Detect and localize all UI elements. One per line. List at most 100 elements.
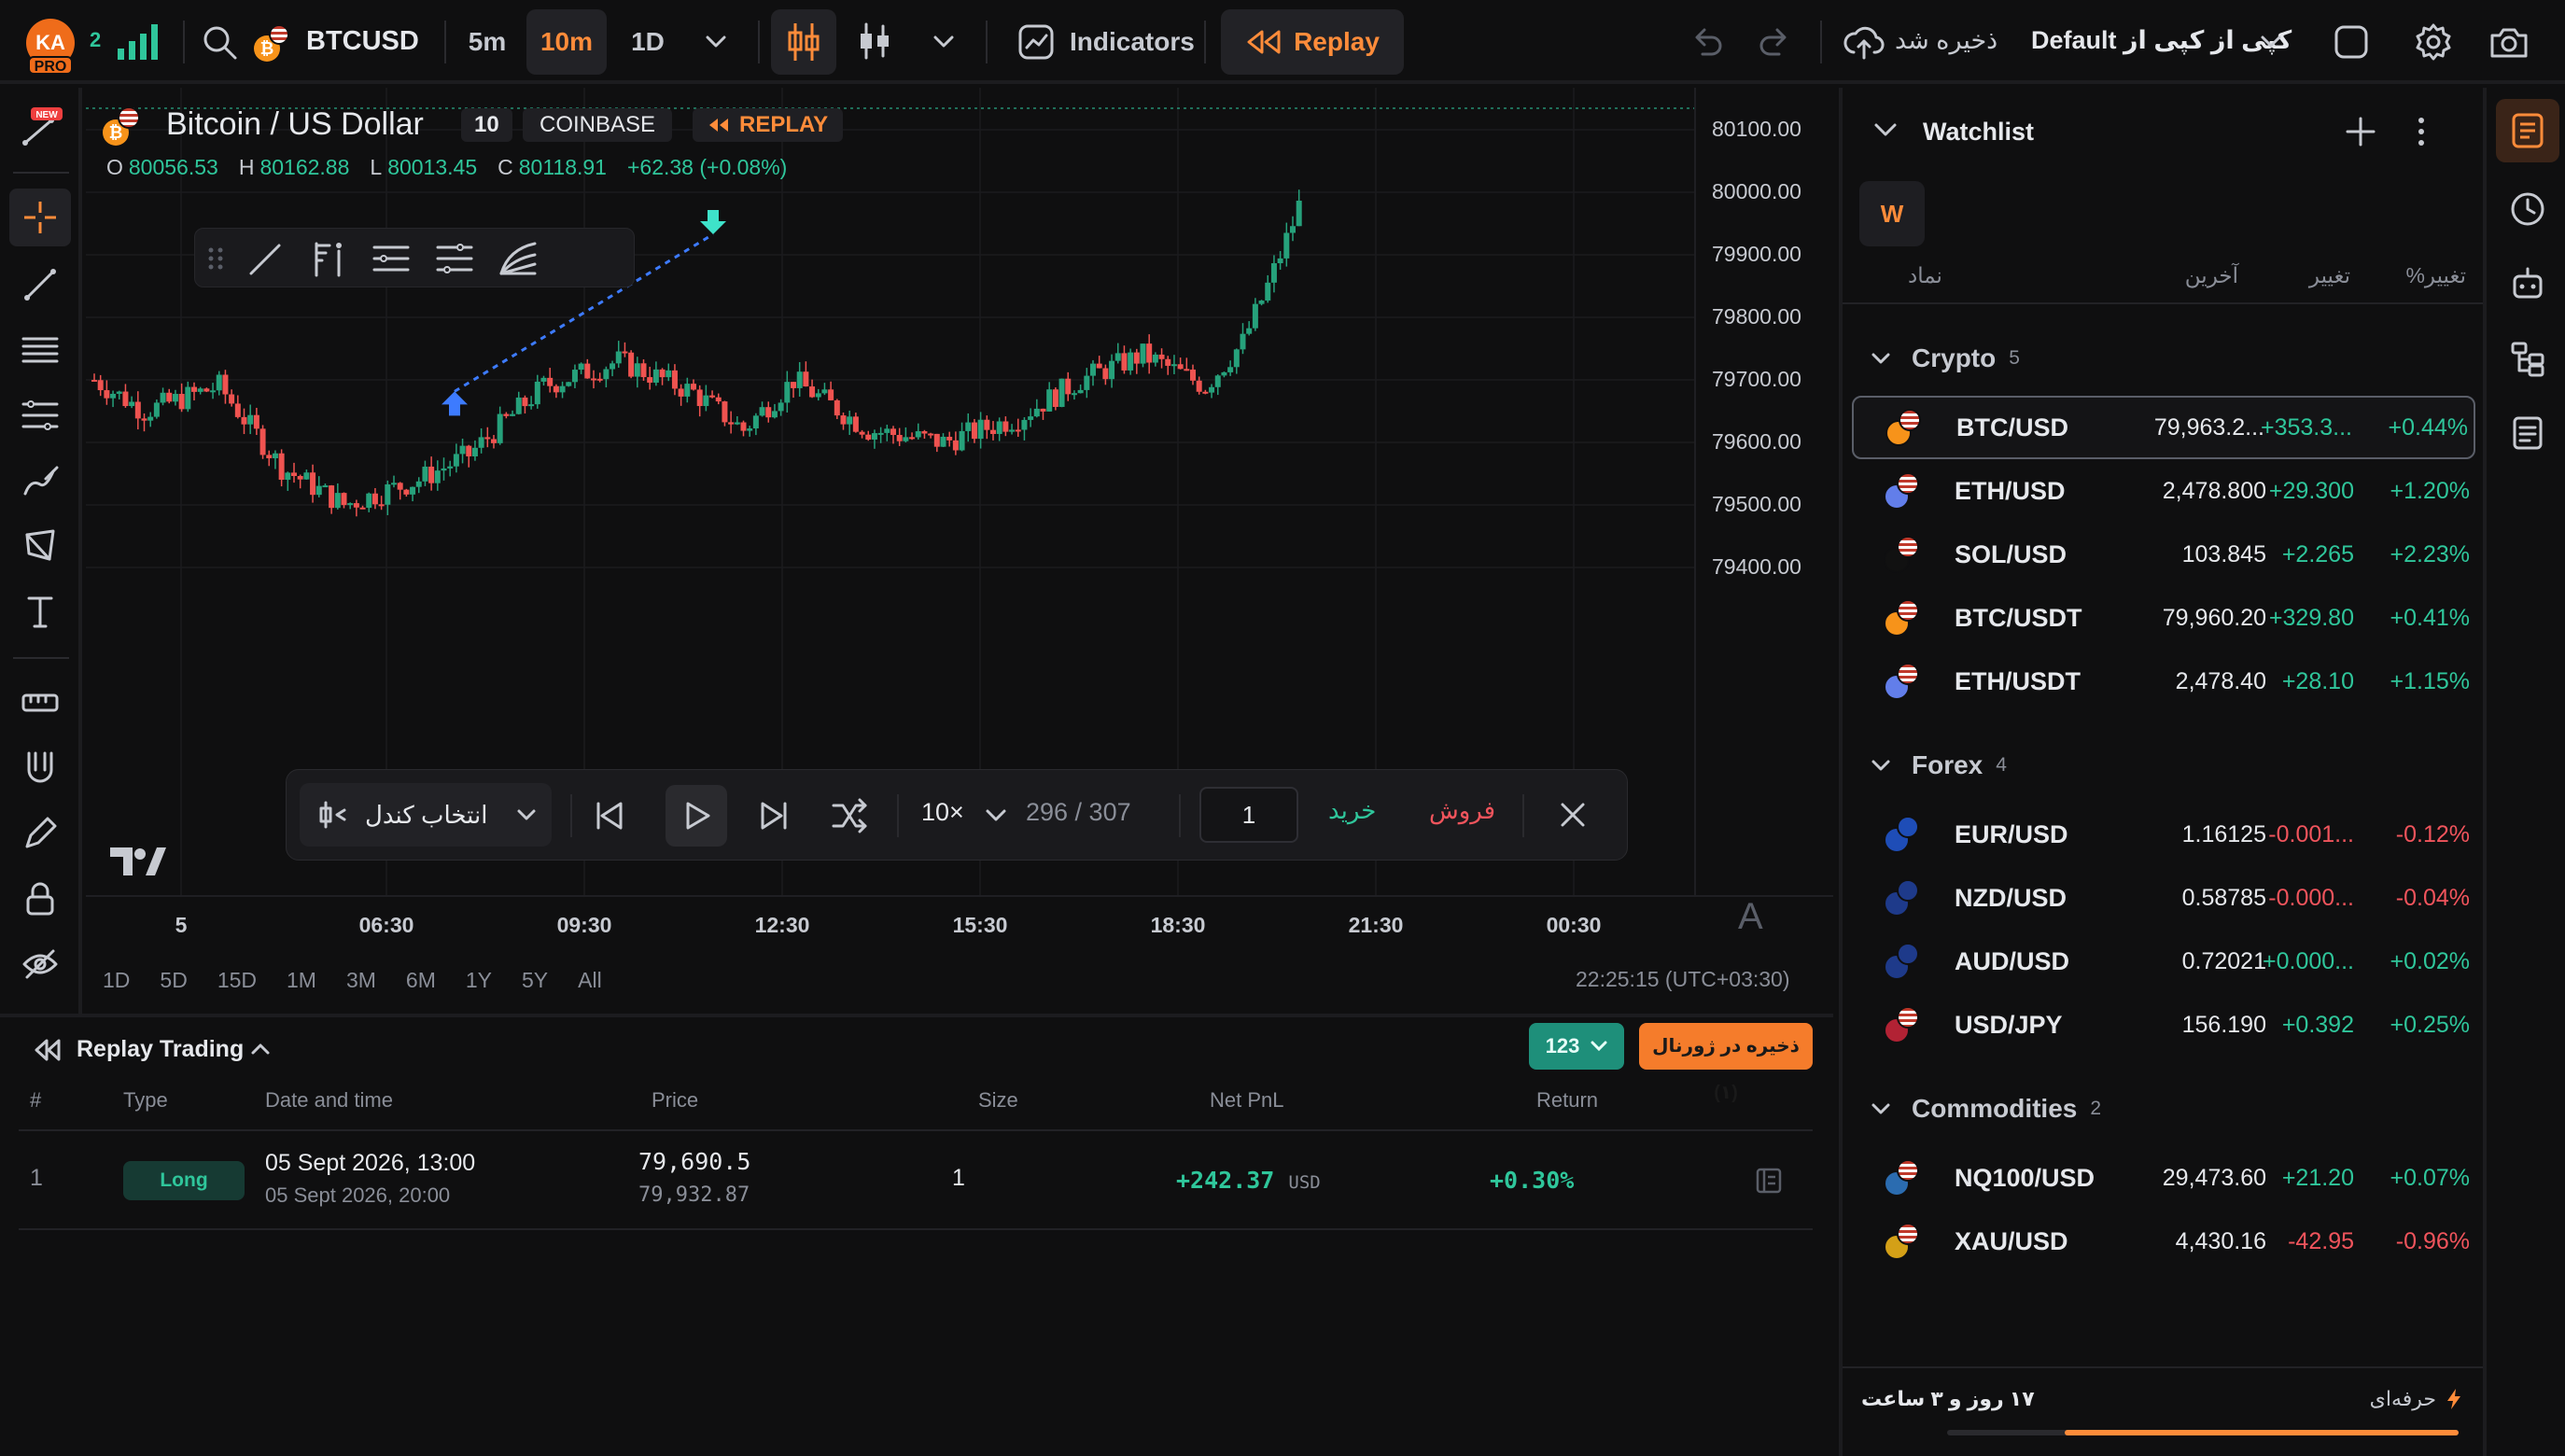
group-crypto[interactable]: Crypto 5 bbox=[1871, 343, 2020, 373]
pencil-tool[interactable] bbox=[9, 805, 71, 862]
auto-scale-button[interactable]: A bbox=[1738, 896, 1763, 938]
float-fib-channel-icon[interactable] bbox=[436, 240, 473, 277]
float-fib-icon[interactable] bbox=[372, 240, 410, 277]
undo-icon[interactable] bbox=[1689, 24, 1725, 60]
save-to-journal-button[interactable]: ذخیره در ژورنال (۱) bbox=[1639, 1023, 1813, 1103]
more-options-icon[interactable] bbox=[2414, 116, 2429, 147]
bot-icon[interactable] bbox=[2509, 265, 2546, 302]
watchlist-item[interactable]: SOL/USD 103.845 +2.265 +2.23% bbox=[1852, 523, 2475, 586]
chevron-down-icon[interactable] bbox=[704, 32, 728, 50]
hierarchy-icon[interactable] bbox=[2509, 340, 2546, 377]
range-1d[interactable]: 1D bbox=[103, 968, 130, 993]
watchlist-item[interactable]: AUD/USD 0.72021 +0.000... +0.02% bbox=[1852, 930, 2475, 993]
magnet-tool[interactable] bbox=[9, 739, 71, 797]
collapse-chevron-icon[interactable] bbox=[250, 1042, 271, 1057]
watchlist-rail-button[interactable] bbox=[2496, 99, 2559, 162]
step-forward-icon[interactable] bbox=[757, 798, 792, 833]
close-replay-icon[interactable] bbox=[1558, 800, 1588, 830]
interval-1d[interactable]: 1D bbox=[620, 9, 676, 75]
journal-note-icon[interactable] bbox=[1755, 1167, 1783, 1195]
play-button[interactable] bbox=[666, 785, 727, 847]
speed-chevron-icon[interactable] bbox=[985, 807, 1007, 824]
horizontal-lines-tool[interactable] bbox=[9, 321, 71, 379]
float-fib-fan-icon[interactable] bbox=[499, 240, 537, 277]
text-tool[interactable] bbox=[9, 582, 71, 640]
watchlist-item[interactable]: NZD/USD 0.58785 -0.000... -0.04% bbox=[1852, 866, 2475, 930]
count-dropdown[interactable]: 123 bbox=[1529, 1023, 1624, 1070]
bolt-icon bbox=[2447, 1389, 2460, 1409]
replay-rewind-icon bbox=[1247, 30, 1281, 54]
watchlist-w-button[interactable]: W bbox=[1859, 181, 1925, 246]
range-15d[interactable]: 15D bbox=[217, 968, 257, 993]
interval-5m[interactable]: 5m bbox=[459, 9, 515, 75]
chart-type-chevron-icon[interactable] bbox=[932, 32, 956, 50]
entry-arrow-icon[interactable] bbox=[442, 391, 468, 416]
watchlist-title[interactable]: Watchlist bbox=[1923, 118, 2034, 147]
group-forex[interactable]: Forex 4 bbox=[1871, 750, 2007, 780]
trend-line-tool[interactable] bbox=[9, 256, 71, 314]
watchlist-collapse-icon[interactable] bbox=[1872, 121, 1899, 140]
table-row[interactable]: 1 Long 05 Sept 2026, 13:00 05 Sept 2026,… bbox=[19, 1131, 1813, 1230]
ruler-tool[interactable] bbox=[9, 674, 71, 732]
layout-chevron-icon[interactable] bbox=[2259, 32, 2283, 50]
fib-tool[interactable] bbox=[9, 386, 71, 444]
layout-name[interactable]: کپی از کپی از Default bbox=[2031, 26, 2292, 55]
chart-area[interactable]: ₿ Bitcoin / US Dollar 10 COINBASE REPLAY… bbox=[86, 88, 1833, 1008]
watchlist-symbol: NQ100/USD bbox=[1955, 1163, 2095, 1192]
exit-arrow-icon[interactable] bbox=[700, 209, 726, 234]
range-3m[interactable]: 3M bbox=[346, 968, 376, 993]
crosshair-tool[interactable] bbox=[9, 189, 71, 246]
pattern-tool[interactable] bbox=[9, 517, 71, 575]
watchlist-item[interactable]: ETH/USD 2,478.800 +29.300 +1.20% bbox=[1852, 459, 2475, 523]
range-1y[interactable]: 1Y bbox=[466, 968, 492, 993]
buy-button[interactable]: خرید bbox=[1328, 796, 1376, 825]
camera-icon[interactable] bbox=[2488, 22, 2530, 62]
candle bbox=[415, 477, 422, 494]
watchlist-item[interactable]: XAU/USD 4,430.16 -42.95 -0.96% bbox=[1852, 1210, 2475, 1273]
notes-icon[interactable] bbox=[2509, 414, 2546, 452]
range-all[interactable]: All bbox=[578, 968, 602, 993]
watchlist-item[interactable]: USD/JPY 156.190 +0.392 +0.25% bbox=[1852, 993, 2475, 1057]
watchlist-item[interactable]: NQ100/USD 29,473.60 +21.20 +0.07% bbox=[1852, 1146, 2475, 1210]
watchlist-item[interactable]: BTC/USDT 79,960.20 +329.80 +0.41% bbox=[1852, 586, 2475, 650]
indicators-button[interactable]: Indicators bbox=[1017, 9, 1195, 75]
select-candle-button[interactable]: انتخاب کندل bbox=[300, 783, 552, 847]
price-chart[interactable] bbox=[86, 88, 1833, 1008]
range-1m[interactable]: 1M bbox=[287, 968, 316, 993]
symbol-name[interactable]: BTCUSD bbox=[306, 26, 419, 57]
float-trend-line-icon[interactable] bbox=[247, 242, 283, 277]
chart-clock[interactable]: 22:25:15 (UTC+03:30) bbox=[1576, 967, 1790, 992]
lock-tool[interactable] bbox=[9, 870, 71, 928]
range-5d[interactable]: 5D bbox=[160, 968, 187, 993]
plan-label[interactable]: حرفه‌ای bbox=[2370, 1387, 2462, 1411]
clock-alerts-icon[interactable] bbox=[2509, 190, 2546, 228]
quantity-input[interactable]: 1 bbox=[1199, 787, 1298, 843]
drag-handle-icon[interactable] bbox=[206, 245, 225, 272]
add-symbol-icon[interactable] bbox=[2345, 116, 2376, 147]
redo-icon[interactable] bbox=[1757, 24, 1792, 60]
replay-panel-title[interactable]: Replay Trading bbox=[77, 1036, 244, 1063]
new-tool-button[interactable]: NEW bbox=[9, 99, 71, 157]
skip-back-icon[interactable] bbox=[591, 798, 626, 833]
brush-tool[interactable] bbox=[9, 452, 71, 510]
bar-chart-type-icon[interactable] bbox=[855, 21, 892, 62]
float-pitchfork-icon[interactable] bbox=[309, 240, 346, 277]
range-6m[interactable]: 6M bbox=[406, 968, 436, 993]
gear-icon[interactable] bbox=[2414, 22, 2453, 62]
replay-button[interactable]: Replay bbox=[1221, 9, 1404, 75]
chart-title[interactable]: Bitcoin / US Dollar bbox=[166, 106, 424, 143]
range-5y[interactable]: 5Y bbox=[522, 968, 548, 993]
cloud-save-icon[interactable] bbox=[1843, 21, 1885, 63]
group-commodities[interactable]: Commodities 2 bbox=[1871, 1094, 2101, 1124]
random-icon[interactable] bbox=[830, 796, 869, 835]
candles-chart-type-button[interactable] bbox=[771, 9, 836, 75]
hide-drawings-tool[interactable] bbox=[9, 935, 71, 993]
layout-square-icon[interactable] bbox=[2332, 22, 2371, 62]
watchlist-item[interactable]: EUR/USD 1.16125 -0.001... -0.12% bbox=[1852, 803, 2475, 866]
speed-selector[interactable]: 10× bbox=[921, 798, 964, 827]
watchlist-item[interactable]: BTC/USD 79,963.2... +353.3... +0.44% bbox=[1852, 396, 2475, 459]
sell-button[interactable]: فروش bbox=[1429, 796, 1495, 825]
search-icon[interactable] bbox=[200, 22, 239, 62]
watchlist-item[interactable]: ETH/USDT 2,478.40 +28.10 +1.15% bbox=[1852, 650, 2475, 713]
interval-10m[interactable]: 10m bbox=[526, 9, 607, 75]
